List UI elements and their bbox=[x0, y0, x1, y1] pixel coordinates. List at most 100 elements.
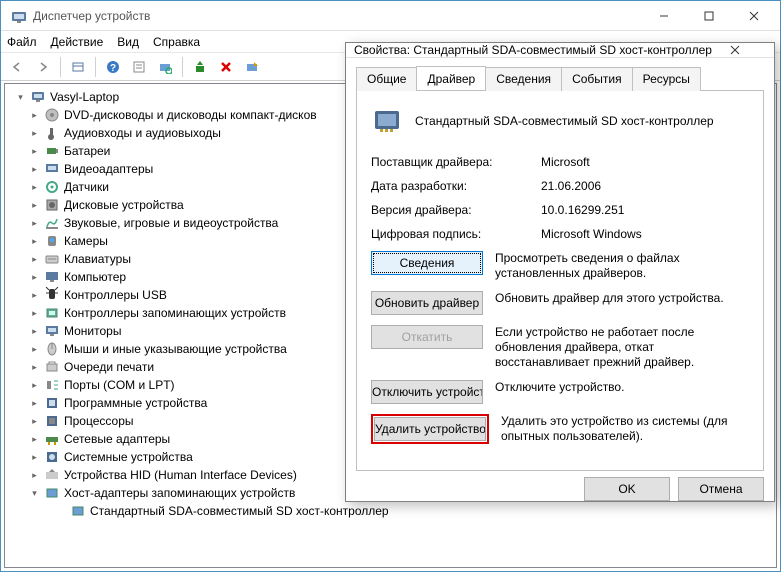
dialog-close-button[interactable] bbox=[730, 45, 766, 55]
tree-item-label: Дисковые устройства bbox=[64, 198, 184, 212]
category-icon bbox=[44, 467, 60, 483]
device-icon bbox=[371, 105, 403, 137]
category-icon bbox=[44, 197, 60, 213]
app-icon bbox=[11, 8, 27, 24]
tree-item-label: Очереди печати bbox=[64, 360, 154, 374]
provider-label: Поставщик драйвера: bbox=[371, 155, 541, 169]
tab-driver[interactable]: Драйвер bbox=[416, 66, 486, 90]
category-icon bbox=[44, 377, 60, 393]
back-button[interactable] bbox=[5, 55, 29, 79]
tree-item-label: Видеоадаптеры bbox=[64, 162, 153, 176]
update-driver-icon[interactable] bbox=[188, 55, 212, 79]
scan-icon[interactable] bbox=[153, 55, 177, 79]
tree-device-item[interactable]: Стандартный SDA-совместимый SD хост-конт… bbox=[7, 502, 774, 520]
tree-item-label: DVD-дисководы и дисководы компакт-дисков bbox=[64, 108, 317, 122]
chevron-right-icon[interactable]: ▸ bbox=[29, 434, 40, 445]
category-icon bbox=[44, 359, 60, 375]
tab-general[interactable]: Общие bbox=[356, 67, 417, 91]
chevron-right-icon[interactable]: ▸ bbox=[29, 326, 40, 337]
chevron-right-icon[interactable]: ▸ bbox=[29, 470, 40, 481]
device-icon bbox=[70, 503, 86, 519]
properties-dialog: Свойства: Стандартный SDA-совместимый SD… bbox=[345, 42, 775, 502]
chevron-down-icon[interactable]: ▾ bbox=[15, 92, 26, 103]
chevron-right-icon[interactable]: ▸ bbox=[29, 236, 40, 247]
dialog-title: Свойства: Стандартный SDA-совместимый SD… bbox=[354, 43, 730, 57]
uninstall-icon[interactable] bbox=[214, 55, 238, 79]
chevron-right-icon[interactable]: ▸ bbox=[29, 290, 40, 301]
toolbar-view-icon[interactable] bbox=[66, 55, 90, 79]
tree-item-label: Сетевые адаптеры bbox=[64, 432, 170, 446]
category-icon bbox=[44, 269, 60, 285]
ok-button[interactable]: OK bbox=[584, 477, 670, 501]
chevron-right-icon[interactable]: ▸ bbox=[29, 218, 40, 229]
help-icon[interactable]: ? bbox=[101, 55, 125, 79]
chevron-right-icon[interactable]: ▸ bbox=[29, 182, 40, 193]
chevron-right-icon[interactable]: ▸ bbox=[29, 308, 40, 319]
chevron-right-icon[interactable]: ▸ bbox=[29, 272, 40, 283]
category-icon bbox=[44, 251, 60, 267]
device-name: Стандартный SDA-совместимый SD хост-конт… bbox=[415, 114, 714, 128]
tree-item-label: Батареи bbox=[64, 144, 110, 158]
category-icon bbox=[44, 485, 60, 501]
uninstall-device-desc: Удалить это устройство из системы (для о… bbox=[501, 414, 749, 444]
minimize-button[interactable] bbox=[641, 2, 686, 30]
chevron-right-icon[interactable]: ▸ bbox=[29, 128, 40, 139]
cancel-button[interactable]: Отмена bbox=[678, 477, 764, 501]
date-value: 21.06.2006 bbox=[541, 179, 749, 193]
forward-button[interactable] bbox=[31, 55, 55, 79]
category-icon bbox=[44, 431, 60, 447]
chevron-right-icon[interactable]: ▸ bbox=[29, 344, 40, 355]
properties-icon[interactable] bbox=[127, 55, 151, 79]
category-icon bbox=[44, 215, 60, 231]
driver-details-desc: Просмотреть сведения о файлах установлен… bbox=[495, 251, 749, 281]
tab-resources[interactable]: Ресурсы bbox=[632, 67, 701, 91]
menu-file[interactable]: Файл bbox=[7, 35, 37, 49]
chevron-right-icon[interactable]: ▸ bbox=[29, 452, 40, 463]
disable-device-button[interactable]: Отключить устройство bbox=[371, 380, 483, 404]
category-icon bbox=[44, 233, 60, 249]
tab-events[interactable]: События bbox=[561, 67, 633, 91]
tree-item-label: Мониторы bbox=[64, 324, 121, 338]
tab-details[interactable]: Сведения bbox=[485, 67, 562, 91]
category-icon bbox=[44, 449, 60, 465]
rollback-driver-desc: Если устройство не работает после обновл… bbox=[495, 325, 749, 370]
chevron-down-icon[interactable]: ▾ bbox=[29, 488, 40, 499]
dialog-tabs: Общие Драйвер Сведения События Ресурсы bbox=[356, 66, 764, 91]
signer-value: Microsoft Windows bbox=[541, 227, 749, 241]
close-button[interactable] bbox=[731, 2, 776, 30]
chevron-right-icon[interactable]: ▸ bbox=[29, 380, 40, 391]
chevron-right-icon[interactable]: ▸ bbox=[29, 146, 40, 157]
tree-item-label: Компьютер bbox=[64, 270, 126, 284]
chevron-right-icon[interactable]: ▸ bbox=[29, 362, 40, 373]
tree-item-label: Мыши и иные указывающие устройства bbox=[64, 342, 287, 356]
category-icon bbox=[44, 107, 60, 123]
maximize-button[interactable] bbox=[686, 2, 731, 30]
uninstall-device-button[interactable]: Удалить устройство bbox=[374, 417, 486, 441]
date-label: Дата разработки: bbox=[371, 179, 541, 193]
tree-item-label: Контроллеры USB bbox=[64, 288, 167, 302]
titlebar: Диспетчер устройств bbox=[1, 1, 780, 31]
tree-item-label: Камеры bbox=[64, 234, 108, 248]
menu-action[interactable]: Действие bbox=[51, 35, 104, 49]
menu-help[interactable]: Справка bbox=[153, 35, 200, 49]
category-icon bbox=[44, 305, 60, 321]
tree-item-label: Стандартный SDA-совместимый SD хост-конт… bbox=[90, 504, 389, 518]
chevron-right-icon[interactable]: ▸ bbox=[29, 200, 40, 211]
category-icon bbox=[44, 323, 60, 339]
driver-details-button[interactable]: Сведения bbox=[371, 251, 483, 275]
disable-icon[interactable] bbox=[240, 55, 264, 79]
tree-item-label: Процессоры bbox=[64, 414, 134, 428]
chevron-right-icon[interactable]: ▸ bbox=[29, 398, 40, 409]
category-icon bbox=[44, 287, 60, 303]
chevron-right-icon[interactable]: ▸ bbox=[29, 254, 40, 265]
disable-device-desc: Отключите устройство. bbox=[495, 380, 749, 395]
computer-icon bbox=[30, 89, 46, 105]
update-driver-button[interactable]: Обновить драйвер bbox=[371, 291, 483, 315]
chevron-right-icon[interactable]: ▸ bbox=[29, 164, 40, 175]
category-icon bbox=[44, 161, 60, 177]
menu-view[interactable]: Вид bbox=[117, 35, 139, 49]
category-icon bbox=[44, 395, 60, 411]
chevron-right-icon[interactable]: ▸ bbox=[29, 110, 40, 121]
chevron-right-icon[interactable]: ▸ bbox=[29, 416, 40, 427]
signer-label: Цифровая подпись: bbox=[371, 227, 541, 241]
